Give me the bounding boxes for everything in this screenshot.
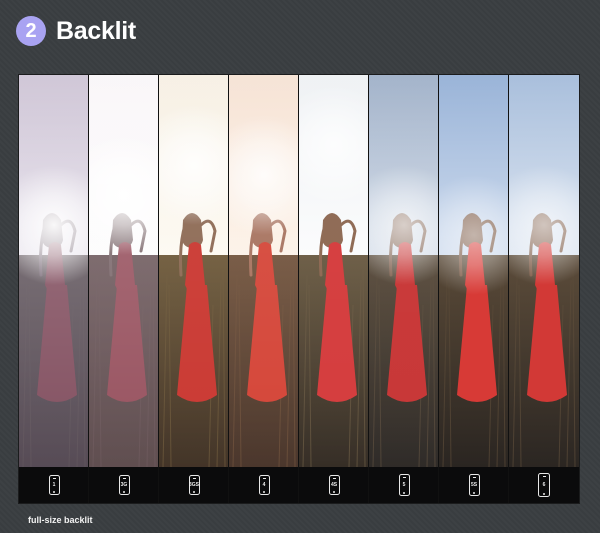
phone-icon: 5S	[468, 474, 480, 496]
photo-comparison-gallery: 1 3G 3GS 4 4S 5 5S 6	[18, 74, 580, 504]
step-number-badge: 2	[16, 16, 46, 46]
backlit-photo	[369, 75, 438, 467]
device-label-bar: 4	[229, 467, 298, 503]
device-label-bar: 5	[369, 467, 438, 503]
phone-icon: 3GS	[188, 475, 200, 495]
phone-icon: 4S	[328, 475, 340, 495]
photo-strip: 1	[19, 75, 89, 503]
photo-strip: 3GS	[159, 75, 229, 503]
device-label-bar: 1	[19, 467, 88, 503]
photo-strip: 5	[369, 75, 439, 503]
device-model-label: 3G	[120, 481, 128, 488]
full-size-link[interactable]: full-size backlit	[28, 515, 93, 525]
section-header: 2 Backlit	[16, 16, 136, 46]
backlit-photo	[299, 75, 368, 467]
device-label-bar: 5S	[439, 467, 508, 503]
device-label-bar: 4S	[299, 467, 368, 503]
backlit-photo	[89, 75, 158, 467]
device-model-label: 6	[542, 481, 546, 488]
page: 2 Backlit 1 3G 3GS 4 4S 5 5S 6 full-size…	[0, 0, 600, 533]
phone-icon: 4	[258, 475, 270, 495]
device-model-label: 4	[262, 481, 266, 488]
phone-icon: 6	[538, 473, 550, 497]
photo-strip: 4	[229, 75, 299, 503]
device-model-label: 1	[52, 481, 56, 488]
photo-strip: 6	[509, 75, 579, 503]
backlit-photo	[439, 75, 508, 467]
backlit-photo	[159, 75, 228, 467]
backlit-photo	[509, 75, 579, 467]
photo-strip: 3G	[89, 75, 159, 503]
photo-strip: 4S	[299, 75, 369, 503]
device-model-label: 4S	[330, 481, 338, 488]
device-label-bar: 3G	[89, 467, 158, 503]
photo-strip: 5S	[439, 75, 509, 503]
device-model-label: 3GS	[189, 481, 200, 488]
device-label-bar: 6	[509, 467, 579, 503]
phone-icon: 5	[398, 474, 410, 496]
section-title: Backlit	[56, 16, 136, 45]
device-model-label: 5S	[470, 481, 478, 488]
device-label-bar: 3GS	[159, 467, 228, 503]
device-model-label: 5	[402, 481, 406, 488]
phone-icon: 1	[48, 475, 60, 495]
backlit-photo	[229, 75, 298, 467]
backlit-photo	[19, 75, 88, 467]
phone-icon: 3G	[118, 475, 130, 495]
